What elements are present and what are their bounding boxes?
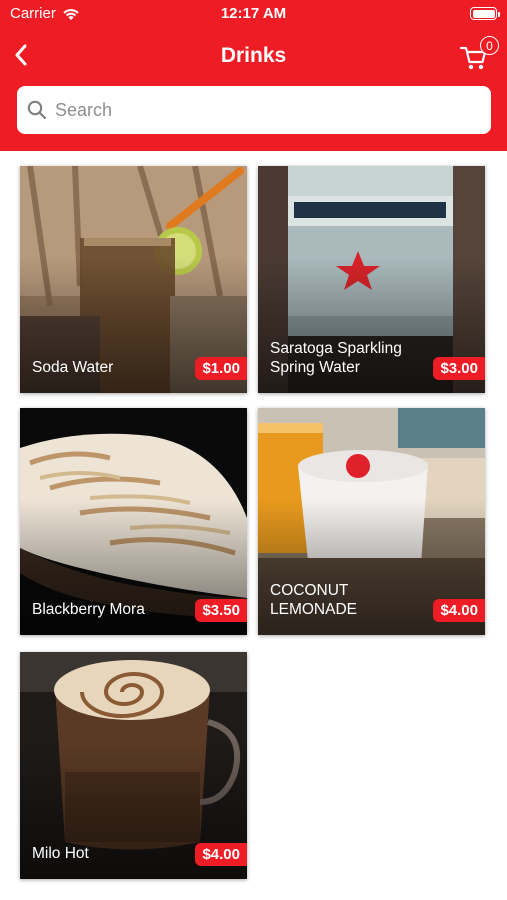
product-price: $4.00: [433, 599, 485, 622]
search-bar[interactable]: [17, 86, 491, 134]
product-name: COCONUT LEMONADE: [270, 582, 357, 618]
battery-icon: [470, 7, 500, 20]
product-name: Saratoga Sparkling Spring Water: [270, 340, 402, 376]
product-card-saratoga-sparkling-spring-water[interactable]: Saratoga Sparkling Spring Water $3.00: [258, 166, 485, 393]
clock: 12:17 AM: [220, 5, 287, 22]
product-name: Blackberry Mora: [32, 601, 145, 618]
product-card-soda-water[interactable]: Soda Water $1.00: [20, 166, 247, 393]
product-card-blackberry-mora[interactable]: Blackberry Mora $3.50: [20, 408, 247, 635]
product-name: Soda Water: [32, 359, 114, 376]
app-header: Carrier 12:17 AM Drinks 0: [0, 0, 507, 151]
product-price: $1.00: [195, 357, 247, 380]
nav-bar: Drinks 0: [0, 32, 507, 80]
status-bar: Carrier 12:17 AM: [0, 0, 507, 28]
product-card-milo-hot[interactable]: Milo Hot $4.00: [20, 652, 247, 879]
search-icon: [27, 100, 47, 120]
cart-button[interactable]: 0: [459, 36, 499, 72]
search-input[interactable]: [55, 99, 455, 121]
product-card-coconut-lemonade[interactable]: COCONUT LEMONADE $4.00: [258, 408, 485, 635]
product-price: $4.00: [195, 843, 247, 866]
product-name: Milo Hot: [32, 845, 89, 862]
page-title: Drinks: [220, 44, 287, 67]
cart-count-badge: 0: [480, 36, 499, 55]
product-price: $3.00: [433, 357, 485, 380]
product-price: $3.50: [195, 599, 247, 622]
